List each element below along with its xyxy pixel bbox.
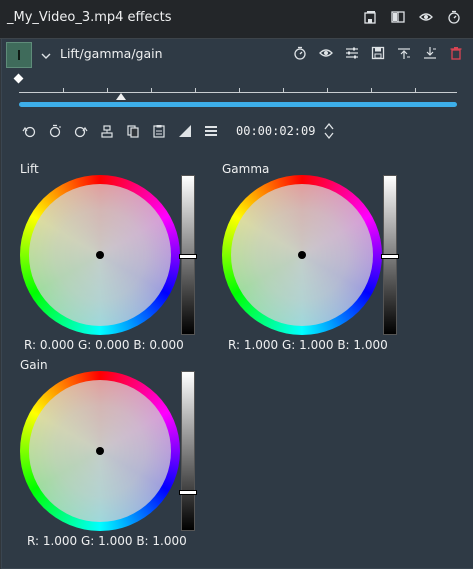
compare-split-icon[interactable]	[391, 10, 405, 24]
lift-rgb-values: R: 0.000 G: 0.000 B: 0.000	[24, 338, 184, 352]
effect-header: Lift/gamma/gain	[2, 39, 473, 71]
timer-icon[interactable]	[447, 10, 461, 24]
chevron-down-icon	[324, 132, 334, 140]
keyframe-toolbar: 00:00:02:09	[22, 121, 335, 141]
copy-icon[interactable]	[126, 124, 140, 138]
eye-icon[interactable]	[319, 46, 333, 60]
gamma-luma-slider[interactable]	[381, 175, 399, 335]
add-keyframe-icon[interactable]	[48, 124, 62, 138]
effect-panel: Lift/gamma/gain 00:00:02:09 Lift R: 0.00…	[1, 39, 473, 569]
gain-label: Gain	[20, 358, 48, 372]
delete-icon[interactable]	[449, 46, 463, 60]
paste-icon[interactable]	[152, 124, 166, 138]
gain-wheel-cursor[interactable]	[96, 447, 104, 455]
effect-name: Lift/gamma/gain	[60, 46, 163, 61]
next-keyframe-icon[interactable]	[74, 124, 88, 138]
move-down-icon[interactable]	[423, 46, 437, 60]
lift-luma-handle[interactable]	[179, 253, 197, 259]
gamma-luma-handle[interactable]	[381, 253, 399, 259]
title-bar: _My_Video_3.mp4 effects	[0, 0, 473, 39]
gamma-rgb-values: R: 1.000 G: 1.000 B: 1.000	[228, 338, 388, 352]
save-stack-icon[interactable]	[363, 10, 377, 24]
move-up-icon[interactable]	[397, 46, 411, 60]
gain-rgb-values: R: 1.000 G: 1.000 B: 1.000	[27, 534, 187, 548]
playhead-cursor[interactable]	[116, 93, 126, 100]
lift-label: Lift	[20, 162, 39, 176]
keyframe-marker[interactable]	[13, 73, 24, 84]
chevron-down-icon[interactable]	[40, 47, 52, 59]
gain-luma-handle[interactable]	[179, 489, 197, 495]
timecode-display[interactable]: 00:00:02:09	[236, 124, 315, 138]
timecode-spinner[interactable]	[323, 122, 335, 140]
gamma-color-wheel[interactable]	[222, 175, 382, 335]
effects-window: _My_Video_3.mp4 effects Lift/gamma/gain	[0, 0, 473, 569]
keyframe-timeline[interactable]	[13, 73, 457, 109]
effect-enable-toggle[interactable]	[6, 42, 32, 68]
lift-luma-slider[interactable]	[179, 175, 197, 335]
window-title: _My_Video_3.mp4 effects	[7, 10, 172, 25]
gamma-wheel-cursor[interactable]	[298, 251, 306, 259]
lift-color-wheel[interactable]	[20, 175, 180, 335]
previous-keyframe-icon[interactable]	[22, 124, 36, 138]
save-icon[interactable]	[371, 46, 385, 60]
gain-luma-slider[interactable]	[179, 371, 197, 531]
settings-sliders-icon[interactable]	[345, 46, 359, 60]
zoom-bar[interactable]	[19, 102, 457, 107]
eye-icon[interactable]	[419, 10, 433, 24]
chevron-up-icon	[324, 122, 334, 130]
lift-wheel-cursor[interactable]	[96, 251, 104, 259]
menu-icon[interactable]	[204, 124, 218, 138]
gain-color-wheel[interactable]	[20, 371, 180, 531]
curve-ramp-icon[interactable]	[178, 124, 192, 138]
timer-icon[interactable]	[293, 46, 307, 60]
align-center-icon[interactable]	[100, 124, 114, 138]
gamma-label: Gamma	[222, 162, 270, 176]
